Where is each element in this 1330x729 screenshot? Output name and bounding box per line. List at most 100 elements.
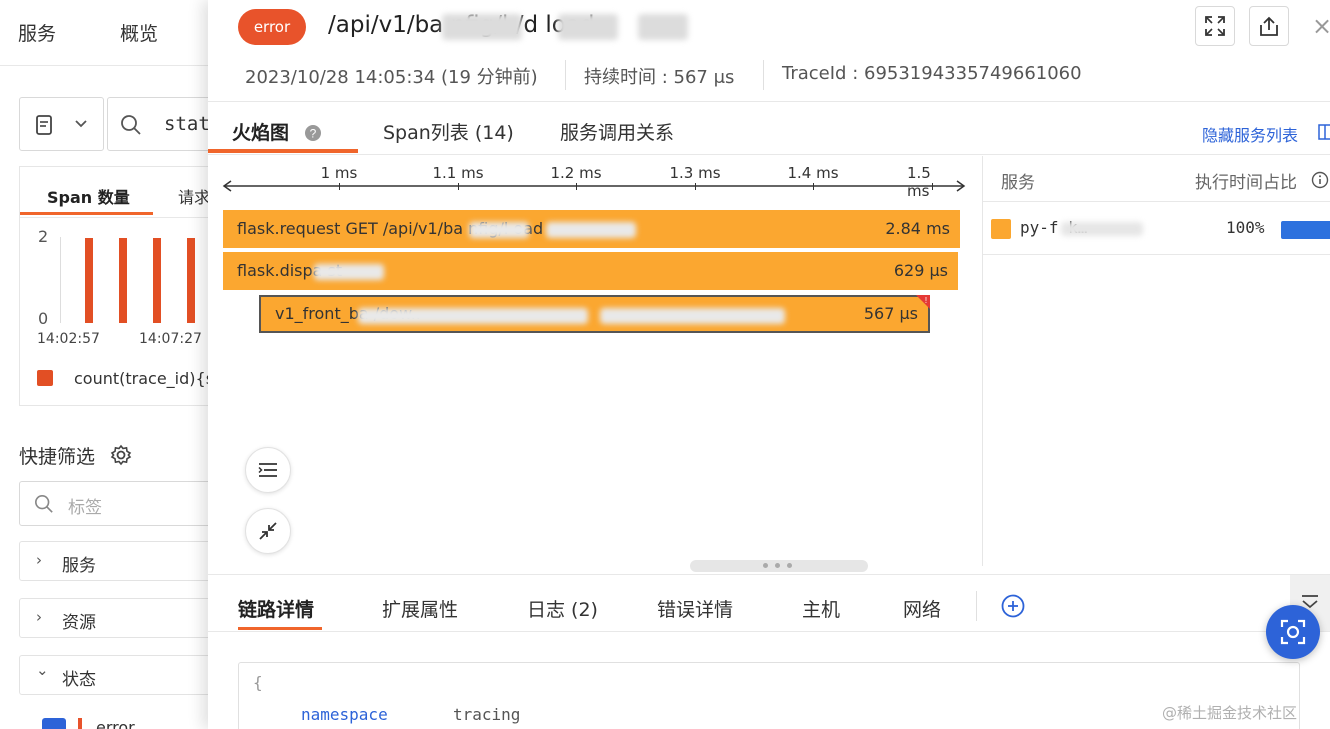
legend-swatch	[37, 370, 53, 386]
tab-requests[interactable]: 请求	[178, 184, 210, 208]
tab-flame-graph[interactable]: 火焰图	[232, 118, 289, 145]
filter-group-label: 服务	[62, 556, 96, 576]
add-tab-icon[interactable]	[1001, 594, 1025, 618]
x-tick-1: 14:02:57	[37, 331, 100, 347]
tag-search-input[interactable]: 标签	[19, 481, 210, 526]
service-panel: 服务 执行时间占比 py-f k… 100%	[982, 156, 1330, 566]
tab-span-count[interactable]: Span 数量	[47, 184, 130, 208]
trace-duration: 持续时间 : 567 μs	[584, 67, 735, 88]
tab-extended-attrs[interactable]: 扩展属性	[382, 595, 458, 622]
view-tabs: 火焰图 ? Span列表 (14) 服务调用关系 隐藏服务列表	[208, 101, 1330, 155]
tab-service-call[interactable]: 服务调用关系	[560, 118, 674, 145]
column-service: 服务	[1001, 173, 1035, 193]
tag-placeholder: 标签	[68, 498, 102, 518]
histogram-bar[interactable]	[187, 238, 195, 323]
query-text: stat	[164, 113, 210, 135]
fullscreen-button[interactable]	[1195, 6, 1235, 46]
filter-group-service[interactable]: › 服务	[19, 541, 210, 581]
document-icon	[36, 115, 52, 135]
list-icon	[258, 463, 277, 477]
status-color-mark	[78, 718, 82, 729]
tab-error-detail[interactable]: 错误详情	[657, 595, 733, 622]
redacted-text	[1061, 222, 1143, 236]
scan-icon	[1280, 619, 1306, 645]
tab-host[interactable]: 主机	[802, 595, 840, 622]
help-icon[interactable]: ?	[304, 124, 322, 142]
resize-handle[interactable]	[690, 560, 868, 572]
screenshot-fab[interactable]	[1266, 605, 1320, 659]
search-icon	[121, 115, 141, 135]
quick-filter-title: 快捷筛选	[19, 446, 96, 468]
redacted-text	[358, 308, 588, 324]
status-badge: error	[238, 9, 306, 45]
histogram-bar[interactable]	[153, 238, 161, 323]
watermark: @稀土掘金技术社区	[1162, 704, 1298, 722]
share-icon	[1260, 16, 1278, 36]
top-nav: 服务 概览	[0, 0, 210, 66]
service-color-swatch	[991, 219, 1011, 239]
shrink-icon	[259, 522, 277, 540]
redacted-text	[558, 14, 618, 40]
tab-logs[interactable]: 日志 (2)	[527, 595, 598, 622]
service-row[interactable]: py-f k… 100%	[983, 203, 1330, 255]
detail-tabs: 链路详情 扩展属性 日志 (2) 错误详情 主机 网络	[208, 574, 1330, 632]
tab-network[interactable]: 网络	[903, 595, 941, 622]
filter-group-label: 状态	[62, 670, 96, 690]
filter-group-label: 资源	[62, 613, 96, 633]
chevron-right-icon: ›	[36, 608, 42, 626]
handle-dot	[775, 563, 780, 568]
redacted-text	[314, 264, 384, 280]
histogram-bar[interactable]	[119, 238, 127, 323]
redacted-text	[600, 308, 785, 324]
divider	[20, 217, 210, 218]
background-page: 服务 概览 stat Span 数量 请求 2 0 14:02:57 14:07…	[0, 0, 210, 729]
error-flag-icon: !	[916, 295, 930, 309]
trace-timestamp: 2023/10/28 14:05:34 (19 分钟前)	[245, 67, 538, 88]
share-button[interactable]	[1249, 6, 1289, 46]
search-icon	[35, 495, 53, 513]
nav-services[interactable]: 服务	[18, 19, 56, 46]
json-brace: {	[253, 673, 263, 692]
hide-service-list-link[interactable]: 隐藏服务列表	[1202, 122, 1298, 146]
tab-trace-detail[interactable]: 链路详情	[238, 595, 314, 622]
time-axis	[222, 180, 966, 192]
legend-label[interactable]: count(trace_id){st	[74, 369, 210, 388]
span-duration: 2.84 ms	[885, 219, 950, 238]
chevron-down-icon: ⌄	[36, 661, 49, 679]
panel-toggle-icon[interactable]	[1318, 124, 1330, 140]
view-selector[interactable]	[19, 97, 104, 151]
redacted-text	[638, 14, 688, 40]
trace-id[interactable]: TraceId : 6953194335749661060	[782, 63, 1082, 84]
filter-group-status[interactable]: ⌄ 状态	[19, 655, 210, 695]
status-value[interactable]: error	[96, 718, 135, 729]
divider	[976, 591, 977, 621]
x-tick-2: 14:07:27	[139, 331, 202, 347]
column-exec-ratio: 执行时间占比	[1195, 173, 1297, 193]
y-tick-0: 0	[38, 309, 49, 328]
histogram-bar[interactable]	[85, 238, 93, 323]
chevron-right-icon: ›	[36, 551, 42, 569]
active-tab-underline	[208, 149, 358, 153]
close-icon[interactable]: ×	[1312, 12, 1330, 40]
divider	[763, 60, 764, 90]
json-key: namespace	[301, 705, 388, 724]
redacted-text	[442, 14, 522, 40]
trace-detail-json: { namespace tracing	[238, 662, 1300, 729]
handle-dot	[763, 563, 768, 568]
info-icon[interactable]	[1311, 171, 1329, 189]
query-search-input[interactable]: stat	[107, 97, 210, 151]
chevron-down-icon	[75, 120, 87, 128]
nav-overview[interactable]: 概览	[120, 19, 158, 46]
trace-detail-drawer: error /api/v1/ba nfig/l /d load × 2023/1…	[208, 0, 1330, 729]
service-table-header: 服务 执行时间占比	[983, 156, 1330, 202]
card-tab-underline	[20, 212, 153, 215]
span-list-toggle-button[interactable]	[245, 447, 291, 493]
status-checkbox[interactable]	[42, 718, 66, 729]
service-ratio: 100%	[1226, 218, 1265, 237]
collapse-button[interactable]	[245, 508, 291, 554]
gear-icon[interactable]	[110, 444, 132, 466]
filter-group-resource[interactable]: › 资源	[19, 598, 210, 638]
tab-span-list[interactable]: Span列表 (14)	[383, 118, 514, 145]
active-tab-underline	[238, 627, 322, 630]
redacted-text	[469, 222, 529, 238]
